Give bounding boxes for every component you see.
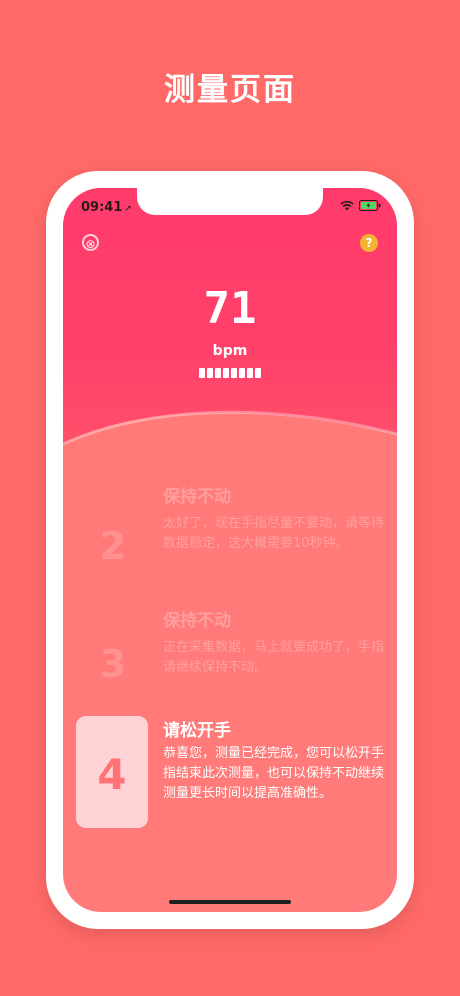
step-2-description: 太好了，现在手指尽量不要动，请等待数据稳定，这大概需要10秒钟。 [163,516,385,551]
progress-segment [231,368,237,378]
progress-segment [247,368,253,378]
phone-frame: 09:41 ➚ ⊗ ? 71 bpm 2 保持不动 太好了，现在手指尽量不要动，… [46,171,414,929]
step-2-number: 2 [99,524,127,568]
status-time-text: 09:41 [81,200,123,215]
step-3-number: 3 [99,642,127,686]
step-4-description: 恭喜您，测量已经完成，您可以松开手指结束此次测量，也可以保持不动继续测量更长时间… [163,746,385,801]
step-4-title: 请松开手 [163,721,231,741]
phone-notch [137,188,323,215]
location-arrow-icon: ➚ [124,204,132,214]
battery-icon [359,200,381,211]
progress-segment [255,368,261,378]
step-3: 3 保持不动 正在采集数据，马上就要成功了，手指请继续保持不动。 [63,606,397,706]
step-2-title: 保持不动 [163,487,231,507]
phone-screen: 09:41 ➚ ⊗ ? 71 bpm 2 保持不动 太好了，现在手指尽量不要动，… [63,188,397,912]
bpm-value: 71 [203,283,257,334]
close-icon[interactable]: ⊗ [82,234,99,251]
step-4-number: 4 [97,750,127,799]
home-indicator[interactable] [169,900,291,904]
step-3-title: 保持不动 [163,611,231,631]
step-3-description: 正在采集数据，马上就要成功了，手指请继续保持不动。 [163,640,385,675]
measurement-progress [63,368,397,378]
page-heading: 测量页面 [164,72,296,108]
help-icon[interactable]: ? [360,234,378,252]
wifi-icon [340,200,354,211]
wave-divider [63,410,397,464]
status-icons [340,200,381,211]
progress-segment [239,368,245,378]
step-4: 4 请松开手 恭喜您，测量已经完成，您可以松开手指结束此次测量，也可以保持不动继… [63,716,397,830]
status-time: 09:41 ➚ [81,200,132,215]
step-2: 2 保持不动 太好了，现在手指尽量不要动，请等待数据稳定，这大概需要10秒钟。 [63,482,397,592]
progress-segment [215,368,221,378]
measurement-page: 测量页面 09:41 ➚ ⊗ ? 71 bpm 2 保持不动 太好了，现在手指尽… [0,0,460,996]
progress-segment [223,368,229,378]
progress-segment [199,368,205,378]
bpm-unit: bpm [212,343,248,359]
progress-segment [207,368,213,378]
